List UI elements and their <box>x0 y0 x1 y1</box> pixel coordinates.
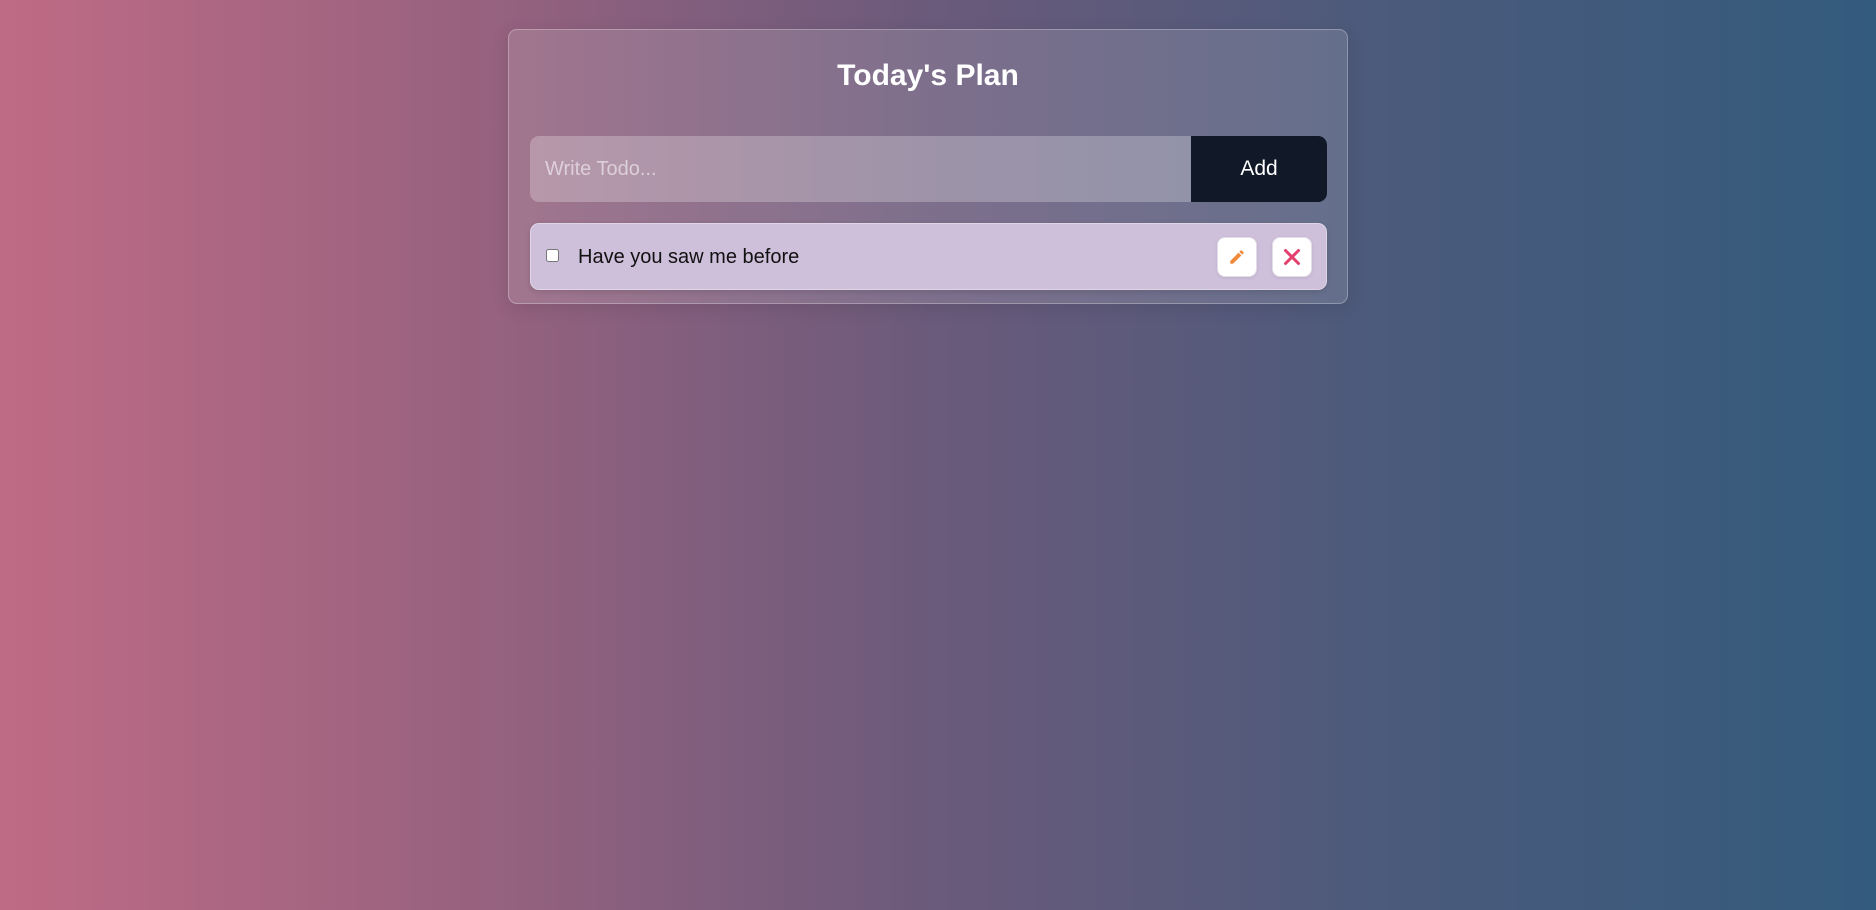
add-button[interactable]: Add <box>1191 136 1327 202</box>
todo-checkbox[interactable] <box>546 249 559 262</box>
todo-list-item: Have you saw me before <box>530 223 1327 290</box>
page-title: Today's Plan <box>837 59 1019 92</box>
todo-card: Today's Plan Add Have you saw me before <box>508 29 1348 304</box>
todo-text: Have you saw me before <box>578 246 800 268</box>
close-icon <box>1282 247 1302 267</box>
edit-button[interactable] <box>1217 237 1257 277</box>
new-todo-form: Add <box>530 136 1327 202</box>
delete-button[interactable] <box>1272 237 1312 277</box>
todo-input[interactable] <box>530 136 1191 202</box>
pencil-icon <box>1228 248 1246 266</box>
